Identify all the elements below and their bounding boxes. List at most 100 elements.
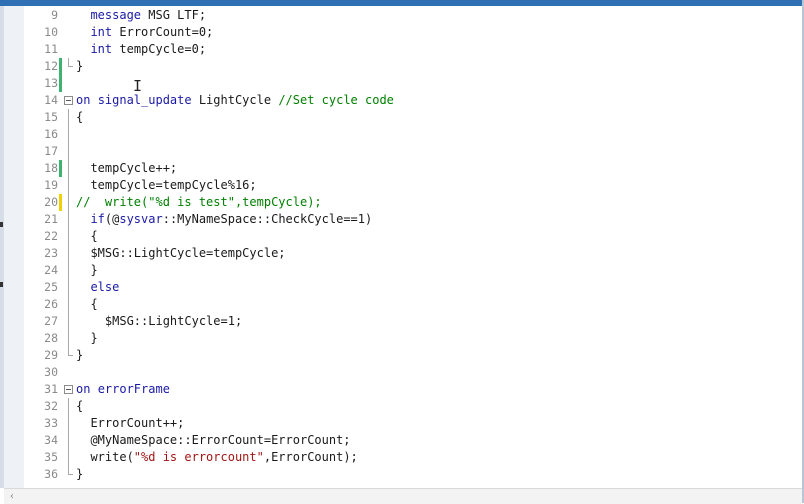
code-line[interactable]: 36} — [4, 466, 802, 483]
horizontal-scrollbar[interactable]: ‹ — [4, 488, 802, 504]
code-line[interactable]: 25 else — [4, 279, 802, 296]
code-text[interactable]: $MSG::LightCycle=1; — [76, 313, 242, 330]
code-line[interactable]: 12} — [4, 58, 802, 75]
line-number: 20 — [44, 195, 58, 209]
code-line[interactable]: 10 int ErrorCount=0; — [4, 24, 802, 41]
code-token: } — [76, 59, 84, 73]
code-text[interactable]: } — [76, 58, 83, 75]
fold-guide-line — [68, 398, 69, 415]
code-text[interactable]: message MSG LTF; — [76, 7, 206, 24]
code-line[interactable]: 23 $MSG::LightCycle=tempCycle; — [4, 245, 802, 262]
code-text[interactable]: on signal_update LightCycle //Set cycle … — [76, 92, 394, 109]
code-token: tempCycle++; — [76, 161, 178, 175]
code-line[interactable]: 9 message MSG LTF; — [4, 7, 802, 24]
fold-guide-line — [68, 211, 69, 228]
fold-guide-line — [68, 296, 69, 313]
code-text[interactable]: ErrorCount++; — [76, 415, 184, 432]
line-number: 25 — [44, 280, 58, 294]
code-editor[interactable]: 9 message MSG LTF; 10 int ErrorCount=0; 11… — [4, 6, 802, 488]
fold-guide-line — [68, 109, 69, 126]
unsaved-change-marker — [59, 194, 62, 211]
code-text[interactable]: { — [76, 109, 83, 126]
collapse-icon[interactable] — [64, 96, 73, 105]
code-line[interactable]: 18 tempCycle++; — [4, 160, 802, 177]
code-text[interactable]: int tempCycle=0; — [76, 41, 206, 58]
keyword-token: if — [90, 212, 105, 226]
code-text[interactable]: @MyNameSpace::ErrorCount=ErrorCount; — [76, 432, 350, 449]
code-line[interactable]: 15 { — [4, 109, 802, 126]
code-text[interactable]: { — [76, 296, 97, 313]
code-line[interactable]: 14 on signal_update LightCycle //Set cycl… — [4, 92, 802, 109]
fold-end-guide — [68, 66, 73, 67]
code-text[interactable]: } — [76, 347, 83, 364]
collapse-icon[interactable] — [64, 385, 73, 394]
fold-guide-line — [68, 177, 69, 194]
code-text[interactable]: // write("%d is test",tempCycle); — [76, 194, 322, 211]
code-line[interactable]: 34 @MyNameSpace::ErrorCount=ErrorCount; — [4, 432, 802, 449]
code-text[interactable]: else — [76, 279, 119, 296]
saved-change-marker — [59, 160, 62, 177]
code-token: { — [76, 110, 84, 124]
code-token: } — [76, 348, 84, 362]
code-line[interactable]: 11 int tempCycle=0; — [4, 41, 802, 58]
code-text[interactable]: { — [76, 398, 83, 415]
code-token: ErrorCount++; — [76, 416, 185, 430]
string-token: "%d is errorcount" — [133, 450, 264, 464]
saved-change-marker — [59, 75, 62, 92]
code-text[interactable]: { — [76, 228, 98, 245]
code-line[interactable]: 30 — [4, 364, 802, 381]
code-line[interactable]: 28 } — [4, 330, 802, 347]
code-line[interactable]: 19 tempCycle=tempCycle%16; — [4, 177, 802, 194]
line-number: 14 — [44, 93, 58, 107]
keyword-token: on — [76, 382, 91, 396]
code-text[interactable]: } — [76, 330, 97, 347]
code-token: } — [76, 467, 84, 481]
code-line[interactable]: 29} — [4, 347, 802, 364]
fold-guide-line — [68, 432, 69, 449]
code-text[interactable]: on errorFrame — [76, 381, 170, 398]
code-line[interactable]: 35 write("%d is errorcount",ErrorCount); — [4, 449, 802, 466]
code-text[interactable]: } — [76, 466, 83, 483]
code-token: { — [76, 399, 84, 413]
scroll-left-icon[interactable]: ‹ — [6, 489, 18, 504]
code-text[interactable]: write("%d is errorcount",ErrorCount); — [76, 449, 357, 466]
panel-splitter-grip[interactable] — [0, 282, 3, 287]
line-number: 18 — [44, 161, 58, 175]
code-line[interactable]: 26 { — [4, 296, 802, 313]
fold-guide-line — [68, 194, 69, 211]
saved-change-marker — [59, 58, 62, 75]
code-line[interactable]: 21 if(@sysvar::MyNameSpace::CheckCycle==… — [4, 211, 802, 228]
code-line[interactable]: 17 — [4, 143, 802, 160]
code-line[interactable]: 32 { — [4, 398, 802, 415]
code-line[interactable]: 20 // write("%d is test",tempCycle); — [4, 194, 802, 211]
code-token: $MSG::LightCycle=1; — [76, 314, 243, 328]
code-line[interactable]: 22 { — [4, 228, 802, 245]
panel-splitter-grip[interactable] — [0, 222, 3, 227]
fold-guide-line — [68, 228, 69, 245]
code-line[interactable]: 27 $MSG::LightCycle=1; — [4, 313, 802, 330]
code-text[interactable]: } — [76, 262, 97, 279]
code-token: { — [76, 229, 98, 243]
code-text[interactable]: int ErrorCount=0; — [76, 24, 213, 41]
line-number: 17 — [44, 144, 58, 158]
code-line[interactable]: 13 — [4, 75, 802, 92]
code-text[interactable]: tempCycle=tempCycle%16; — [76, 177, 256, 194]
keyword-token: int — [90, 25, 113, 39]
code-line[interactable]: 31 on errorFrame — [4, 381, 802, 398]
code-text[interactable]: $MSG::LightCycle=tempCycle; — [76, 245, 285, 262]
fold-guide-line — [68, 245, 69, 262]
line-number: 27 — [44, 314, 58, 328]
code-text[interactable]: tempCycle++; — [76, 160, 177, 177]
line-number: 22 — [44, 229, 58, 243]
text-cursor-icon: I — [133, 77, 143, 95]
code-token: MSG LTF; — [141, 8, 207, 22]
code-text[interactable]: if(@sysvar::MyNameSpace::CheckCycle==1) — [76, 211, 372, 228]
code-line[interactable]: 16 — [4, 126, 802, 143]
code-line[interactable]: 33 ErrorCount++; — [4, 415, 802, 432]
code-line[interactable]: 24 } — [4, 262, 802, 279]
